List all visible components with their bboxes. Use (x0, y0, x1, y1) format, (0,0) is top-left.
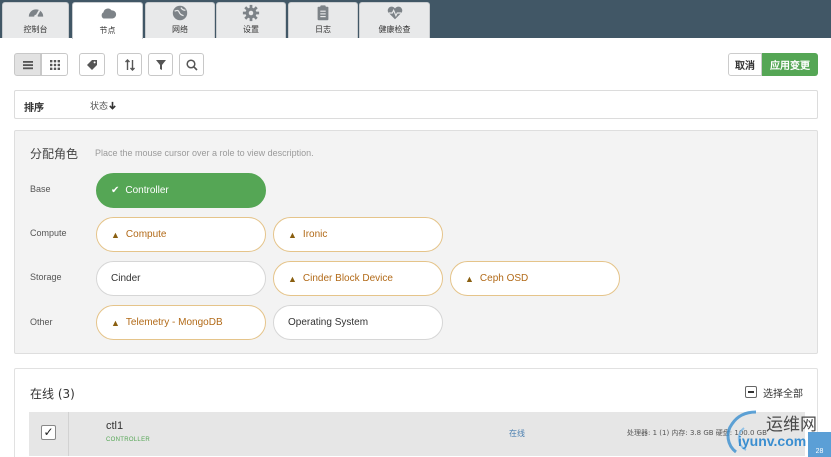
tab-label: 设置 (243, 25, 259, 34)
role-name: Compute (125, 229, 167, 240)
node-role: CONTROLLER (106, 437, 151, 443)
dashboard-icon (28, 9, 43, 19)
online-nodes-panel: 在线 (3) 选择全部 ✓ ctl1 CONTROLLER 在线 处理器: 1 … (14, 368, 818, 457)
tab-dashboard[interactable]: 控制台 (2, 2, 69, 38)
role-name: Telemetry - MongoDB (125, 317, 223, 328)
corner-badge: 28 (808, 432, 831, 457)
role-group-label-compute: Compute (30, 228, 67, 238)
select-all-checkbox[interactable] (745, 386, 757, 398)
arrow-down-icon (109, 101, 116, 110)
node-check-cell: ✓ (29, 412, 69, 456)
apply-changes-button[interactable]: 应用变更 (762, 53, 818, 76)
role-group-label-other: Other (30, 317, 53, 327)
role-telemetry-mongodb[interactable]: ▲ Telemetry - MongoDB (96, 305, 266, 340)
tab-nodes[interactable]: 节点 (72, 2, 143, 39)
search-button[interactable] (179, 53, 204, 76)
list-view-button[interactable] (14, 53, 41, 76)
node-checkbox[interactable]: ✓ (41, 425, 56, 440)
warning-icon: ▲ (288, 273, 297, 284)
tab-health-check[interactable]: 健康检查 (359, 2, 430, 38)
roles-hint: Place the mouse cursor over a role to vi… (95, 148, 314, 158)
labels-button[interactable] (79, 53, 105, 76)
tab-label: 节点 (99, 26, 116, 35)
assign-roles-panel: 分配角色 Place the mouse cursor over a role … (14, 130, 818, 354)
role-name: Operating System (288, 317, 369, 328)
role-operating-system[interactable]: Operating System (273, 305, 443, 340)
search-icon (185, 58, 198, 71)
grid-view-icon (49, 59, 60, 70)
role-name: Ceph OSD (479, 273, 529, 284)
warning-icon: ▲ (288, 229, 297, 240)
cloud-icon (101, 8, 116, 19)
role-ceph-osd[interactable]: ▲ Ceph OSD (450, 261, 620, 296)
role-name: Ironic (302, 229, 328, 240)
role-cinder-block-device[interactable]: ▲ Cinder Block Device (273, 261, 443, 296)
sort-icon (124, 58, 135, 71)
role-group-label-base: Base (30, 184, 51, 194)
filter-button[interactable] (148, 53, 173, 76)
role-name: Cinder Block Device (302, 273, 393, 284)
filter-icon (155, 59, 166, 70)
warning-icon: ▲ (111, 229, 120, 240)
tab-settings[interactable]: 设置 (216, 2, 286, 38)
cancel-button[interactable]: 取消 (728, 53, 762, 76)
warning-icon: ▲ (111, 317, 120, 328)
watermark-text-domain: iyunv.com (738, 433, 807, 449)
role-group-label-storage: Storage (30, 272, 62, 282)
sort-button[interactable] (117, 53, 142, 76)
tab-label: 控制台 (23, 25, 48, 34)
tab-network[interactable]: 网络 (145, 2, 215, 38)
check-icon: ✔ (111, 185, 120, 196)
clipboard-icon (317, 5, 329, 21)
role-compute[interactable]: ▲ Compute (96, 217, 266, 252)
top-navigation: 控制台 节点 网络 设置 日志 健康检查 (0, 0, 831, 39)
role-ironic[interactable]: ▲ Ironic (273, 217, 443, 252)
tab-label: 网络 (172, 25, 188, 34)
sort-bar: 排序 状态 (14, 90, 818, 119)
node-status: 在线 (509, 429, 525, 438)
gear-icon (242, 4, 260, 22)
sort-label: 排序 (24, 103, 44, 114)
globe-icon (172, 5, 188, 21)
list-view-icon (22, 60, 33, 69)
select-all-label[interactable]: 选择全部 (763, 385, 803, 400)
sort-field-status[interactable]: 状态 (90, 99, 117, 112)
node-row[interactable]: ✓ ctl1 CONTROLLER 在线 处理器: 1 (1) 内存: 3.8 … (29, 412, 805, 456)
grid-view-button[interactable] (41, 53, 68, 76)
tag-icon (87, 59, 97, 70)
role-name: Controller (125, 185, 169, 196)
tab-label: 日志 (315, 25, 331, 34)
warning-icon: ▲ (465, 273, 474, 284)
heartbeat-icon (387, 6, 402, 20)
role-name: Cinder (111, 273, 141, 284)
role-controller[interactable]: ✔ Controller (96, 173, 266, 208)
tab-logs[interactable]: 日志 (288, 2, 358, 38)
role-cinder[interactable]: Cinder (96, 261, 266, 296)
online-title: 在线 (3) (30, 387, 75, 401)
roles-title: 分配角色 (30, 147, 79, 161)
sort-field-label: 状态 (90, 102, 109, 112)
tab-label: 健康检查 (378, 25, 411, 34)
node-name[interactable]: ctl1 (106, 420, 123, 432)
